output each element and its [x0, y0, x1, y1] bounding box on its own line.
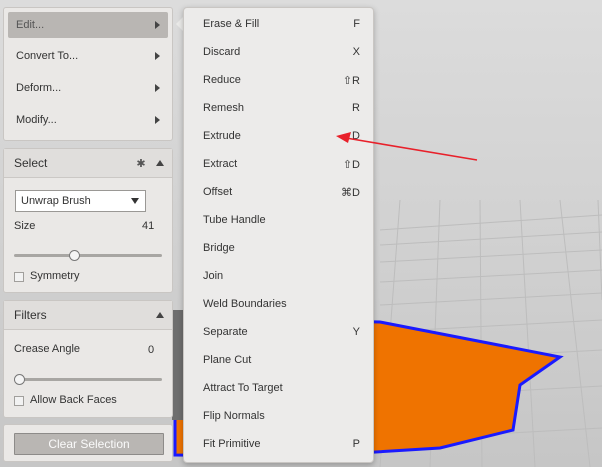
- submenu-item-weld-boundaries[interactable]: Weld Boundaries: [184, 290, 373, 318]
- brush-select[interactable]: Unwrap Brush: [15, 190, 146, 212]
- crease-slider-track[interactable]: [14, 378, 162, 381]
- menu-edit[interactable]: Edit...: [8, 12, 168, 38]
- gear-icon[interactable]: ✱: [136, 158, 146, 170]
- item-label: Offset: [203, 186, 233, 198]
- edit-submenu: Erase & Fill F Discard X Reduce ⇧R Remesh R …: [183, 7, 374, 463]
- size-value: 41: [142, 220, 155, 232]
- collapse-icon[interactable]: [156, 160, 164, 166]
- filters-panel-title: Filters: [14, 308, 47, 322]
- item-label: Erase & Fill: [203, 18, 260, 30]
- shortcut: Y: [352, 326, 360, 338]
- submenu-item-bridge[interactable]: Bridge: [184, 234, 373, 262]
- shortcut: ⇧D: [342, 158, 360, 171]
- size-slider-track[interactable]: [14, 254, 162, 257]
- submenu-item-reduce[interactable]: Reduce ⇧R: [184, 66, 373, 94]
- item-label: Bridge: [203, 242, 235, 254]
- size-label: Size: [14, 220, 36, 232]
- submenu-item-erase-fill[interactable]: Erase & Fill F: [184, 10, 373, 38]
- allow-back-faces-checkbox[interactable]: [14, 396, 24, 406]
- submenu-item-extrude[interactable]: Extrude D: [184, 122, 373, 150]
- tools-menu-panel: Edit... Convert To... Deform... Modify..…: [3, 7, 173, 141]
- filters-panel-header[interactable]: Filters: [4, 301, 172, 330]
- collapse-icon[interactable]: [156, 312, 164, 318]
- menu-convert-to[interactable]: Convert To...: [4, 40, 172, 72]
- submenu-item-fit-primitive[interactable]: Fit Primitive P: [184, 430, 373, 458]
- symmetry-label: Symmetry: [30, 270, 80, 282]
- item-label: Attract To Target: [203, 382, 283, 394]
- submenu-item-offset[interactable]: Offset ⌘D: [184, 178, 373, 206]
- submenu-item-tube-handle[interactable]: Tube Handle: [184, 206, 373, 234]
- item-label: Fit Primitive: [203, 438, 261, 450]
- menu-deform-label: Deform...: [16, 82, 62, 94]
- submenu-item-flip-normals[interactable]: Flip Normals: [184, 402, 373, 430]
- item-label: Extract: [203, 158, 238, 170]
- brush-select-value: Unwrap Brush: [21, 195, 91, 207]
- clear-selection-button[interactable]: Clear Selection: [14, 433, 164, 455]
- filters-panel: Filters Crease Angle 0 Allow Back Faces: [3, 300, 173, 418]
- select-panel-title: Select: [14, 156, 48, 170]
- size-slider-thumb[interactable]: [69, 250, 81, 261]
- submenu-item-discard[interactable]: Discard X: [184, 38, 373, 66]
- menu-edit-label: Edit...: [16, 19, 45, 31]
- item-label: Remesh: [203, 102, 244, 114]
- submenu-item-separate[interactable]: Separate Y: [184, 318, 373, 346]
- submenu-item-remesh[interactable]: Remesh R: [184, 94, 373, 122]
- item-label: Tube Handle: [203, 214, 266, 226]
- item-label: Flip Normals: [203, 410, 265, 422]
- shortcut: D: [352, 130, 360, 142]
- clear-selection-panel: Clear Selection: [3, 424, 173, 462]
- chevron-right-icon: [155, 52, 160, 60]
- menu-deform[interactable]: Deform...: [4, 72, 172, 104]
- submenu-item-attract-to-target[interactable]: Attract To Target: [184, 374, 373, 402]
- select-panel-header[interactable]: Select ✱: [4, 149, 172, 178]
- crease-angle-label: Crease Angle: [14, 343, 81, 355]
- menu-modify-label: Modify...: [16, 114, 57, 126]
- shortcut: ⌘D: [341, 186, 360, 199]
- shortcut: X: [352, 46, 360, 58]
- chevron-down-icon: [131, 198, 139, 204]
- allow-back-faces-label: Allow Back Faces: [30, 394, 117, 406]
- chevron-right-icon: [155, 116, 160, 124]
- symmetry-checkbox[interactable]: [14, 272, 24, 282]
- item-label: Extrude: [203, 130, 241, 142]
- item-label: Plane Cut: [203, 354, 252, 366]
- menu-convert-to-label: Convert To...: [16, 50, 79, 62]
- submenu-item-join[interactable]: Join: [184, 262, 373, 290]
- shortcut: F: [353, 18, 360, 30]
- crease-angle-value: 0: [148, 344, 155, 356]
- shortcut: R: [352, 102, 360, 114]
- crease-slider-thumb[interactable]: [14, 374, 25, 385]
- submenu-item-extract[interactable]: Extract ⇧D: [184, 150, 373, 178]
- menu-modify[interactable]: Modify...: [4, 104, 172, 136]
- item-label: Discard: [203, 46, 241, 58]
- chevron-right-icon: [155, 21, 160, 29]
- shortcut: ⇧R: [342, 74, 360, 87]
- item-label: Separate: [203, 326, 248, 338]
- item-label: Join: [203, 270, 224, 282]
- item-label: Reduce: [203, 74, 241, 86]
- submenu-item-plane-cut[interactable]: Plane Cut: [184, 346, 373, 374]
- shortcut: P: [352, 438, 360, 450]
- chevron-right-icon: [155, 84, 160, 92]
- item-label: Weld Boundaries: [203, 298, 287, 310]
- select-panel: Select ✱ Unwrap Brush Size 41 Symmetry: [3, 148, 173, 293]
